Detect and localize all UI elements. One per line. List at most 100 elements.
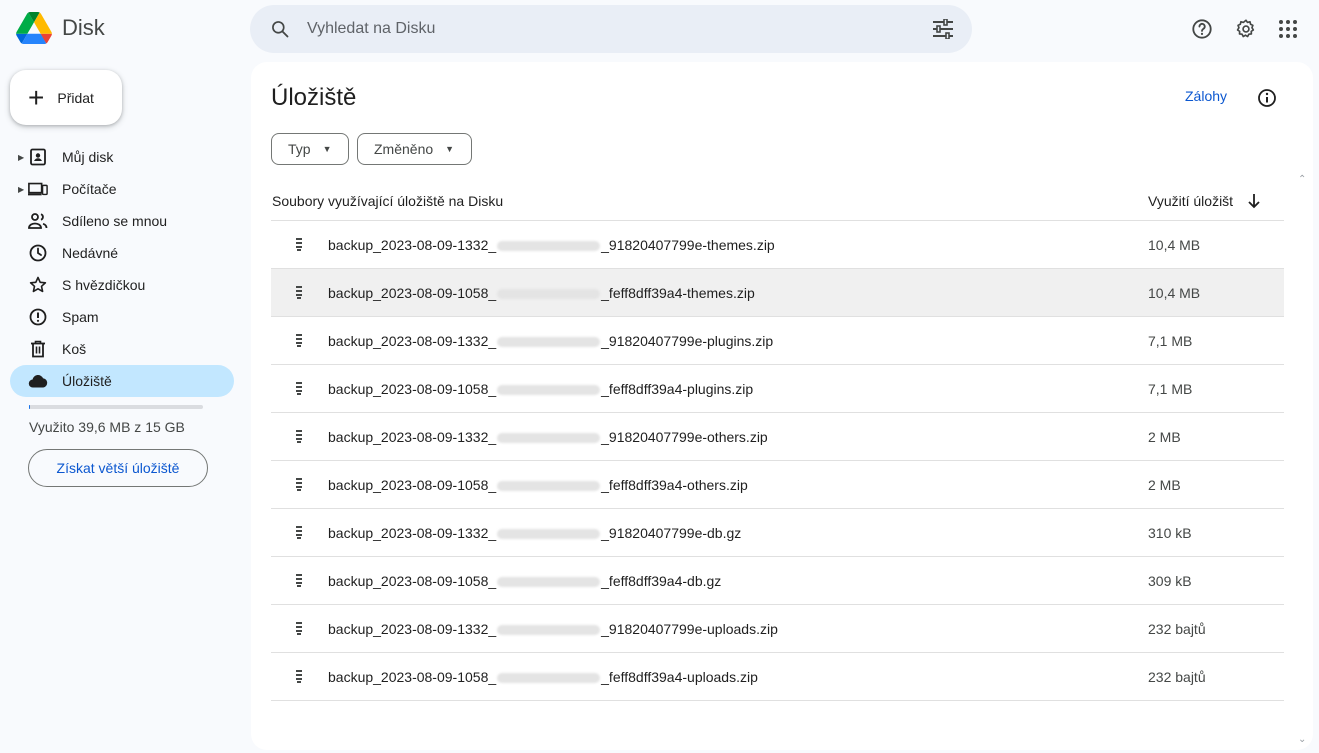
file-size: 310 kB: [1148, 525, 1192, 541]
file-name-suffix: _feff8dff39a4-uploads.zip: [601, 669, 758, 685]
search-bar[interactable]: [250, 5, 972, 53]
info-icon[interactable]: [1255, 86, 1279, 110]
gear-icon[interactable]: [1234, 17, 1258, 41]
sidebar-item-label: Spam: [62, 309, 99, 325]
scroll-up-arrow-icon[interactable]: ⌃: [1298, 174, 1306, 185]
scroll-down-arrow-icon[interactable]: ⌄: [1298, 734, 1306, 745]
table-row[interactable]: backup_2023-08-09-1058_ _feff8dff39a4-oth…: [271, 461, 1284, 509]
get-more-storage-button[interactable]: Získat větší úložiště: [28, 449, 208, 487]
file-size: 2 MB: [1148, 429, 1181, 445]
sidebar-item-label: Můj disk: [62, 149, 114, 165]
file-name-suffix: _91820407799e-db.gz: [601, 525, 742, 541]
file-name-prefix: backup_2023-08-09-1332_: [328, 525, 497, 541]
sidebar-item-label: Úložiště: [62, 373, 112, 389]
file-size: 7,1 MB: [1148, 381, 1193, 397]
sidebar-item-label: Sdíleno se mnou: [62, 213, 168, 229]
drive-logo-icon: [16, 12, 52, 44]
file-size: 232 bajtů: [1148, 669, 1206, 685]
file-name-prefix: backup_2023-08-09-1058_: [328, 573, 497, 589]
sidebar-item-trash[interactable]: Koš: [10, 333, 234, 365]
table-row[interactable]: backup_2023-08-09-1058_ _feff8dff39a4-plu…: [271, 365, 1284, 413]
redacted-text: [497, 433, 601, 444]
sidebar-item-label: Nedávné: [62, 245, 119, 261]
archive-file-icon: [296, 574, 302, 587]
archive-file-icon: [296, 238, 302, 251]
storage-usage-bar: [29, 405, 203, 409]
apps-grid-icon[interactable]: [1276, 17, 1300, 41]
file-name: backup_2023-08-09-1332_ _91820407799e-oth…: [328, 429, 768, 445]
app-name: Disk: [62, 15, 105, 40]
expand-caret-icon[interactable]: ▶: [18, 153, 24, 162]
new-button-label: Přidat: [57, 89, 94, 106]
app-logo[interactable]: Disk: [16, 12, 105, 44]
main-panel: Úložiště Zálohy Typ ▼ Změněno ▼ Soubory …: [251, 62, 1313, 750]
sidebar-item-label: Koš: [62, 341, 87, 357]
spam-icon: [28, 307, 48, 327]
type-filter-label: Typ: [288, 141, 311, 157]
sidebar-item-label: Počítače: [62, 181, 117, 197]
cloud-icon: [28, 371, 48, 391]
table-row[interactable]: backup_2023-08-09-1332_ _91820407799e-plu…: [271, 317, 1284, 365]
table-row[interactable]: backup_2023-08-09-1058_ _feff8dff39a4-the…: [271, 269, 1284, 317]
file-size: 2 MB: [1148, 477, 1181, 493]
sidebar-item-my-drive[interactable]: ▶ Můj disk: [10, 141, 234, 173]
file-name: backup_2023-08-09-1058_ _feff8dff39a4-the…: [328, 285, 755, 301]
dropdown-arrow-icon: ▼: [445, 144, 455, 154]
plus-icon: +: [28, 81, 45, 113]
modified-filter-label: Změněno: [374, 141, 434, 157]
sidebar-item-spam[interactable]: Spam: [10, 301, 234, 333]
archive-file-icon: [296, 430, 302, 443]
sidebar-item-starred[interactable]: S hvězdičkou: [10, 269, 234, 301]
file-size: 10,4 MB: [1148, 285, 1201, 301]
search-options-icon[interactable]: [932, 19, 954, 39]
new-button[interactable]: + Přidat: [10, 70, 122, 125]
sidebar-item-storage[interactable]: Úložiště: [10, 365, 234, 397]
search-icon[interactable]: [270, 19, 290, 39]
file-name-prefix: backup_2023-08-09-1332_: [328, 429, 497, 445]
table-row[interactable]: backup_2023-08-09-1332_ _91820407799e-oth…: [271, 413, 1284, 461]
expand-caret-icon[interactable]: ▶: [18, 185, 24, 194]
file-name: backup_2023-08-09-1332_ _91820407799e-the…: [328, 237, 775, 253]
file-name-suffix: _feff8dff39a4-others.zip: [601, 477, 748, 493]
shared-icon: [28, 211, 48, 231]
table-row[interactable]: backup_2023-08-09-1058_ _feff8dff39a4-upl…: [271, 653, 1284, 701]
sidebar-item-recent[interactable]: Nedávné: [10, 237, 234, 269]
file-name: backup_2023-08-09-1058_ _feff8dff39a4-oth…: [328, 477, 748, 493]
sidebar-item-computers[interactable]: ▶ Počítače: [10, 173, 234, 205]
computers-icon: [28, 179, 48, 199]
file-name-prefix: backup_2023-08-09-1332_: [328, 621, 497, 637]
table-row[interactable]: backup_2023-08-09-1058_ _feff8dff39a4-db.…: [271, 557, 1284, 605]
star-icon: [28, 275, 48, 295]
file-name-prefix: backup_2023-08-09-1058_: [328, 285, 497, 301]
file-name-suffix: _91820407799e-themes.zip: [601, 237, 775, 253]
file-name: backup_2023-08-09-1058_ _feff8dff39a4-plu…: [328, 381, 753, 397]
redacted-text: [497, 337, 601, 348]
help-icon[interactable]: [1190, 17, 1214, 41]
file-name-prefix: backup_2023-08-09-1058_: [328, 669, 497, 685]
table-row[interactable]: backup_2023-08-09-1332_ _91820407799e-the…: [271, 221, 1284, 269]
table-row[interactable]: backup_2023-08-09-1332_ _91820407799e-db.…: [271, 509, 1284, 557]
file-name: backup_2023-08-09-1058_ _feff8dff39a4-db.…: [328, 573, 721, 589]
file-size: 10,4 MB: [1148, 237, 1201, 253]
search-input[interactable]: [307, 20, 907, 38]
redacted-text: [497, 577, 601, 588]
sidebar-item-shared[interactable]: Sdíleno se mnou: [10, 205, 234, 237]
table-row[interactable]: backup_2023-08-09-1332_ _91820407799e-upl…: [271, 605, 1284, 653]
file-name: backup_2023-08-09-1332_ _91820407799e-plu…: [328, 333, 773, 349]
archive-file-icon: [296, 334, 302, 347]
column-header-size[interactable]: Využití úložišt: [1148, 193, 1233, 209]
file-size: 309 kB: [1148, 573, 1192, 589]
clock-icon: [28, 243, 48, 263]
dropdown-arrow-icon: ▼: [322, 144, 332, 154]
file-name: backup_2023-08-09-1332_ _91820407799e-upl…: [328, 621, 778, 637]
file-name-suffix: _feff8dff39a4-plugins.zip: [601, 381, 754, 397]
type-filter-chip[interactable]: Typ ▼: [271, 133, 349, 165]
sort-descending-icon[interactable]: [1246, 192, 1262, 210]
file-name: backup_2023-08-09-1058_ _feff8dff39a4-upl…: [328, 669, 758, 685]
redacted-text: [497, 241, 601, 252]
storage-usage-text: Využito 39,6 MB z 15 GB: [29, 419, 185, 435]
backups-link[interactable]: Zálohy: [1185, 88, 1227, 104]
archive-file-icon: [296, 382, 302, 395]
modified-filter-chip[interactable]: Změněno ▼: [357, 133, 472, 165]
redacted-text: [497, 481, 601, 492]
